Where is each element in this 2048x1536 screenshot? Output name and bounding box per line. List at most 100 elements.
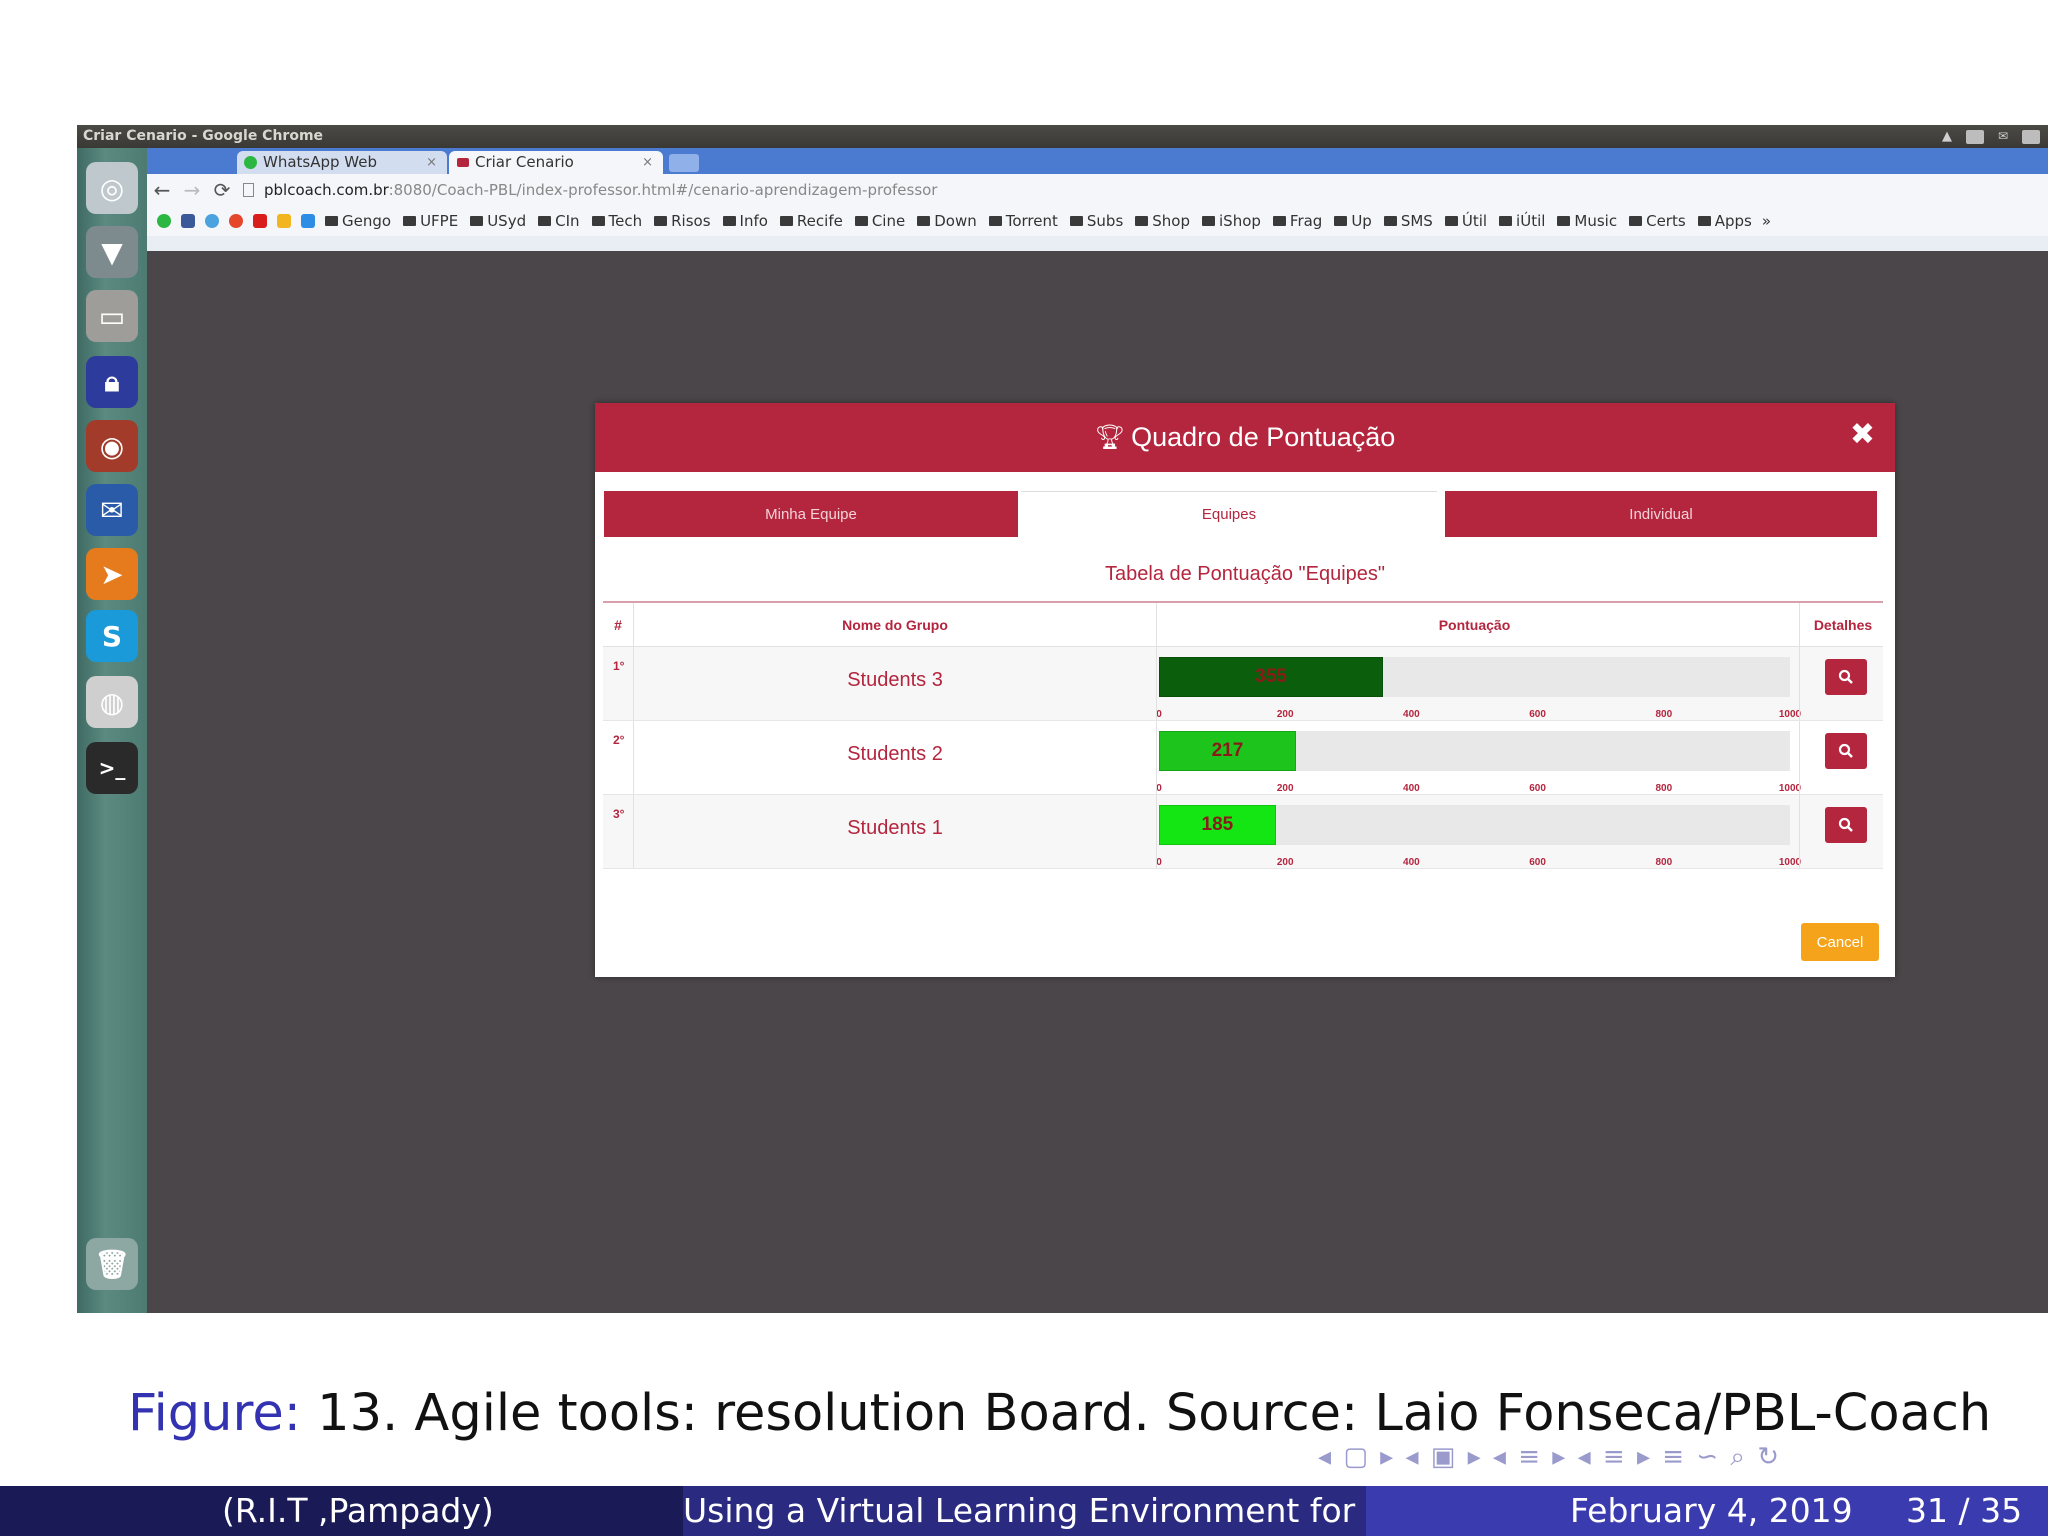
files-icon[interactable]: ▭ [86,290,138,342]
score-progress-bar: 185 0 200 400 600 800 1000 [1156,805,1801,868]
beamer-navigation[interactable]: ◂ ▢ ▸ ◂ ▣ ▸ ◂ ≡ ▸ ◂ ≡ ▸ ≡ ∽ ⌕ ↻ [1318,1442,1781,1473]
new-tab-button[interactable] [669,154,699,172]
folder-icon [538,216,552,226]
bookmark-folder[interactable]: Music [1557,212,1617,230]
folder-icon [722,216,736,226]
bookmark-folder[interactable]: iShop [1202,212,1261,230]
bookmark-folder[interactable]: Subs [1069,212,1123,230]
url-path: :8080/Coach-PBL/index-professor.html#/ce… [388,181,938,199]
dropbox-icon[interactable] [301,214,315,228]
scale-tick: 0 [1156,709,1162,720]
bookmark-folder[interactable]: Cine [854,212,906,230]
tab-whatsapp[interactable]: WhatsApp Web × [237,151,447,174]
cancel-button[interactable]: Cancel [1801,923,1879,961]
terminal-icon[interactable]: >_ [86,742,138,794]
figure-label: Figure: [128,1384,301,1443]
bookmark-label: Certs [1646,212,1686,230]
back-icon[interactable]: ← [147,178,177,202]
keyboard-icon[interactable] [1965,129,1984,144]
bookmark-folder[interactable]: Risos [654,212,711,230]
lock-icon[interactable]: 🔒︎ [86,356,138,408]
details-button[interactable] [1825,733,1867,769]
trash-icon[interactable]: 🗑︎ [86,1238,138,1290]
close-icon[interactable]: × [426,151,437,174]
col-group-name: Nome do Grupo [842,617,948,633]
tab-individual[interactable]: Individual [1445,491,1877,537]
facebook-icon[interactable] [181,214,195,228]
bookmark-folder[interactable]: Recife [779,212,843,230]
tab-equipes[interactable]: Equipes [1021,491,1437,537]
reddit-icon[interactable] [229,214,243,228]
bookmark-folder[interactable]: iÚtil [1499,212,1545,230]
bookmark-folder[interactable]: Shop [1135,212,1190,230]
folder-icon [1202,216,1215,226]
arrow-app-icon[interactable]: ➤ [86,548,138,600]
system-tray: ▲ ✉ [1942,125,2040,148]
table-row: 2° Students 2 217 0 200 400 600 800 1000 [603,721,1883,795]
scale-tick: 1000 [1778,709,1802,720]
bookmark-folder[interactable]: CIn [538,212,580,230]
chrome-icon[interactable]: ◉ [86,420,138,472]
bookmark-label: Recife [796,212,843,230]
bookmark-folder[interactable]: UFPE [403,212,458,230]
bookmark-label: Info [739,212,768,230]
url-field[interactable]: pblcoach.com.br:8080/Coach-PBL/index-pro… [264,181,937,199]
drive-icon[interactable] [277,214,291,228]
score-value: 355 [1255,666,1287,687]
bookmark-folder[interactable]: Info [722,212,768,230]
thunderbird-icon[interactable]: ✉ [86,484,138,536]
bookmark-label: Tech [608,212,643,230]
bookmark-folder[interactable]: Torrent [988,212,1058,230]
ubuntu-icon[interactable]: ◎ [86,162,138,214]
bookmark-folder[interactable]: Útil [1444,212,1487,230]
bookmark-label: Apps [1714,212,1752,230]
bookmark-folders: Gengo UFPE USyd CIn Tech Risos Info Recife Cine D… [325,212,1752,230]
tab-strip: WhatsApp Web × Criar Cenario × [147,148,2048,174]
reload-icon[interactable]: ⟳ [207,178,237,202]
bookmark-folder[interactable]: Apps [1697,212,1752,230]
tab-criar-cenario[interactable]: Criar Cenario × [449,151,663,174]
bookmark-folder[interactable]: Up [1334,212,1372,230]
folder-icon [654,216,668,226]
bookmark-folder[interactable]: Frag [1272,212,1322,230]
bookmark-folder[interactable]: Down [917,212,977,230]
usb-icon[interactable]: ◍ [86,676,138,728]
slide-footer: (R.I.T ,Pampady) Using a Virtual Learnin… [0,1486,2048,1536]
search-icon [1838,743,1853,758]
col-rank: # [614,617,622,633]
bookmark-folder[interactable]: SMS [1383,212,1433,230]
youtube-icon[interactable] [253,214,267,228]
folder-icon [1444,216,1458,226]
whatsapp-icon[interactable] [157,214,171,228]
tab-minha-equipe[interactable]: Minha Equipe [604,491,1018,537]
twitter-icon[interactable] [205,214,219,228]
tab-label: WhatsApp Web [263,153,378,171]
window-title: Criar Cenario - Google Chrome [83,128,324,144]
skype-icon[interactable]: S [86,610,138,662]
bookmarks-more-icon[interactable]: » [1762,212,1771,230]
footer-page: 31 / 35 [1866,1486,2048,1536]
folder-icon [1557,216,1571,226]
bookmark-folder[interactable]: Tech [591,212,643,230]
screenshot: Criar Cenario - Google Chrome ▲ ✉ ◎ ▼ ▭ 🔒︎ ◉… [77,125,2048,1313]
bookmark-folder[interactable]: Gengo [325,212,391,230]
folder-icon [1135,216,1149,226]
row-rank: 1° [613,659,625,673]
wifi-icon[interactable]: ▲ [1942,125,1952,148]
battery-icon[interactable] [2022,129,2040,144]
bookmark-label: Cine [871,212,906,230]
bookmark-label: Risos [671,212,711,230]
forward-icon[interactable]: → [177,178,207,202]
folder-icon [470,216,484,226]
col-details: Detalhes [1813,617,1873,633]
bookmark-folder[interactable]: USyd [470,212,526,230]
installer-icon[interactable]: ▼ [86,226,138,278]
close-icon[interactable]: × [642,151,653,174]
table-row: 3° Students 1 185 0 200 400 600 800 1000 [603,795,1883,869]
col-score: Pontuação [1438,617,1511,633]
close-icon[interactable]: ✖ [1850,417,1875,452]
bookmark-folder[interactable]: Certs [1629,212,1686,230]
details-button[interactable] [1825,659,1867,695]
details-button[interactable] [1825,807,1867,843]
mail-icon[interactable]: ✉ [1998,125,2008,148]
